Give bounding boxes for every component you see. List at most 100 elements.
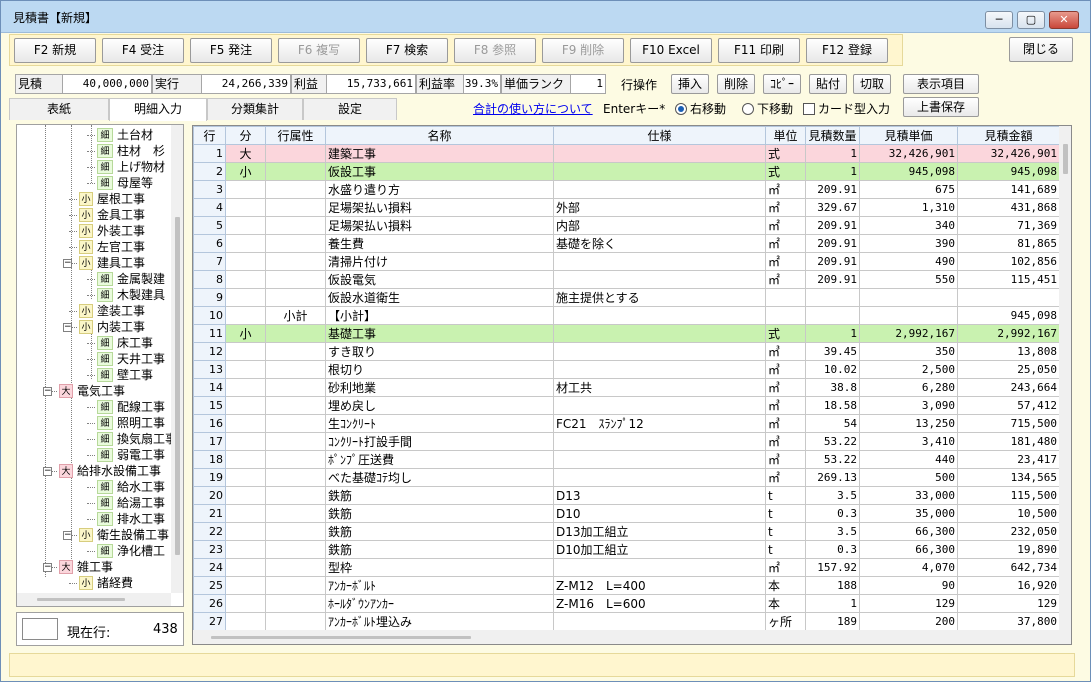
table-cell[interactable] [265,414,326,433]
table-cell[interactable] [265,288,326,307]
cut-button[interactable]: 切取 [853,74,891,94]
table-cell[interactable]: 仮設電気 [325,270,554,289]
table-cell[interactable]: 2 [193,162,226,181]
table-cell[interactable]: 本 [765,576,806,595]
table-cell[interactable]: 0.3 [805,540,860,559]
card-input-checkbox[interactable]: カード型入力 [803,100,890,117]
tree-node[interactable]: 細換気扇工事 [97,431,177,447]
table-cell[interactable] [225,216,266,235]
column-header[interactable]: 見積数量 [805,126,860,145]
table-cell[interactable] [225,342,266,361]
table-cell[interactable] [225,378,266,397]
table-cell[interactable] [225,306,266,325]
f9-delete-button[interactable]: F9 削除 [542,38,624,63]
tree-node[interactable]: 小屋根工事 [79,191,145,207]
table-cell[interactable]: ﾎｰﾙﾀﾞｳﾝｱﾝｶｰ [325,594,554,613]
table-row[interactable]: 18 ﾎﾟﾝﾌﾟ圧送費 ㎥ 53.22 440 23,417 [193,450,1060,469]
table-cell[interactable]: 11 [193,324,226,343]
table-cell[interactable] [553,396,766,415]
table-cell[interactable]: 642,734 [957,558,1060,577]
table-row[interactable]: 24 型枠 ㎡ 157.92 4,070 642,734 [193,558,1060,577]
table-row[interactable]: 16 生ｺﾝｸﾘｰﾄ FC21 ｽﾗﾝﾌﾟ12 ㎥ 54 13,250 715,500 [193,414,1060,433]
table-cell[interactable] [265,540,326,559]
overwrite-save-button[interactable]: 上書保存 [903,97,979,117]
table-cell[interactable]: 鉄筋 [325,540,554,559]
table-cell[interactable]: 0.3 [805,504,860,523]
table-cell[interactable]: 6 [193,234,226,253]
table-cell[interactable]: ㎡ [765,270,806,289]
table-cell[interactable]: ｺﾝｸﾘｰﾄ打設手間 [325,432,554,451]
table-cell[interactable]: 式 [765,324,806,343]
table-cell[interactable]: 200 [859,612,958,631]
table-cell[interactable]: 32,426,901 [957,144,1060,163]
table-cell[interactable]: 式 [765,162,806,181]
radio-down-move[interactable]: 下移動 [742,100,793,117]
table-cell[interactable]: 2,500 [859,360,958,379]
table-cell[interactable]: ㎥ [765,432,806,451]
table-cell[interactable]: 24 [193,558,226,577]
table-cell[interactable] [765,288,806,307]
table-cell[interactable] [553,162,766,181]
table-cell[interactable]: 189 [805,612,860,631]
table-row[interactable]: 19 べた基礎ｺﾃ均し ㎡ 269.13 500 134,565 [193,468,1060,487]
table-row[interactable]: 2 小仮設工事式 1 945,098 945,098 [193,162,1060,181]
table-cell[interactable]: 内部 [553,216,766,235]
table-row[interactable]: 21 鉄筋 D10 t 0.3 35,000 10,500 [193,504,1060,523]
f11-print-button[interactable]: F11 印刷 [718,38,800,63]
table-row[interactable]: 9 仮設水道衛生 施主提供とする [193,288,1060,307]
table-cell[interactable]: 66,300 [859,540,958,559]
close-window-icon[interactable]: ✕ [1049,11,1079,29]
tree-node[interactable]: 細母屋等 [97,175,153,191]
table-row[interactable]: 11 小基礎工事式 1 2,992,167 2,992,167 [193,324,1060,343]
table-cell[interactable] [553,324,766,343]
table-cell[interactable]: 209.91 [805,270,860,289]
table-cell[interactable]: 鉄筋 [325,504,554,523]
column-header[interactable]: 行属性 [265,126,326,145]
table-cell[interactable] [225,270,266,289]
table-cell[interactable] [265,378,326,397]
tree-node[interactable]: 細浄化槽工 [97,543,165,559]
table-cell[interactable]: 外部 [553,198,766,217]
table-cell[interactable]: 209.91 [805,180,860,199]
table-cell[interactable]: 1 [193,144,226,163]
table-cell[interactable]: 1 [805,324,860,343]
table-cell[interactable]: 490 [859,252,958,271]
table-cell[interactable] [553,252,766,271]
table-cell[interactable]: 340 [859,216,958,235]
table-cell[interactable]: 188 [805,576,860,595]
table-cell[interactable]: 19 [193,468,226,487]
tab-category-summary[interactable]: 分類集計 [207,98,303,120]
table-row[interactable]: 6 養生費 基礎を除く㎡ 209.91 390 81,865 [193,234,1060,253]
table-cell[interactable]: ㎡ [765,216,806,235]
collapse-icon[interactable]: − [43,563,52,572]
table-cell[interactable] [225,288,266,307]
tree-node[interactable]: 細土台材 [97,127,153,143]
table-cell[interactable]: D10加工組立 [553,540,766,559]
table-cell[interactable]: 4 [193,198,226,217]
table-cell[interactable]: ㎡ [765,558,806,577]
table-cell[interactable]: 115,500 [957,486,1060,505]
table-cell[interactable]: 269.13 [805,468,860,487]
table-cell[interactable]: 129 [957,594,1060,613]
table-row[interactable]: 15 埋め戻し ㎥ 18.58 3,090 57,412 [193,396,1060,415]
table-cell[interactable]: 35,000 [859,504,958,523]
table-cell[interactable]: 3 [193,180,226,199]
tree-node[interactable]: 小左官工事 [79,239,145,255]
table-cell[interactable] [225,558,266,577]
table-cell[interactable] [225,612,266,631]
table-cell[interactable]: 17 [193,432,226,451]
table-cell[interactable] [265,162,326,181]
table-cell[interactable] [225,432,266,451]
table-cell[interactable] [225,522,266,541]
table-cell[interactable]: ｱﾝｶｰﾎﾞﾙﾄ [325,576,554,595]
tree-node[interactable]: 細照明工事 [97,415,165,431]
table-cell[interactable]: 埋め戻し [325,396,554,415]
table-cell[interactable]: 養生費 [325,234,554,253]
insert-button[interactable]: 挿入 [671,74,709,94]
table-cell[interactable]: D13 [553,486,766,505]
copy-button[interactable]: ｺﾋﾟｰ [763,74,801,94]
table-cell[interactable] [265,594,326,613]
table-cell[interactable]: 本 [765,594,806,613]
table-cell[interactable] [805,306,860,325]
collapse-icon[interactable]: − [63,323,72,332]
